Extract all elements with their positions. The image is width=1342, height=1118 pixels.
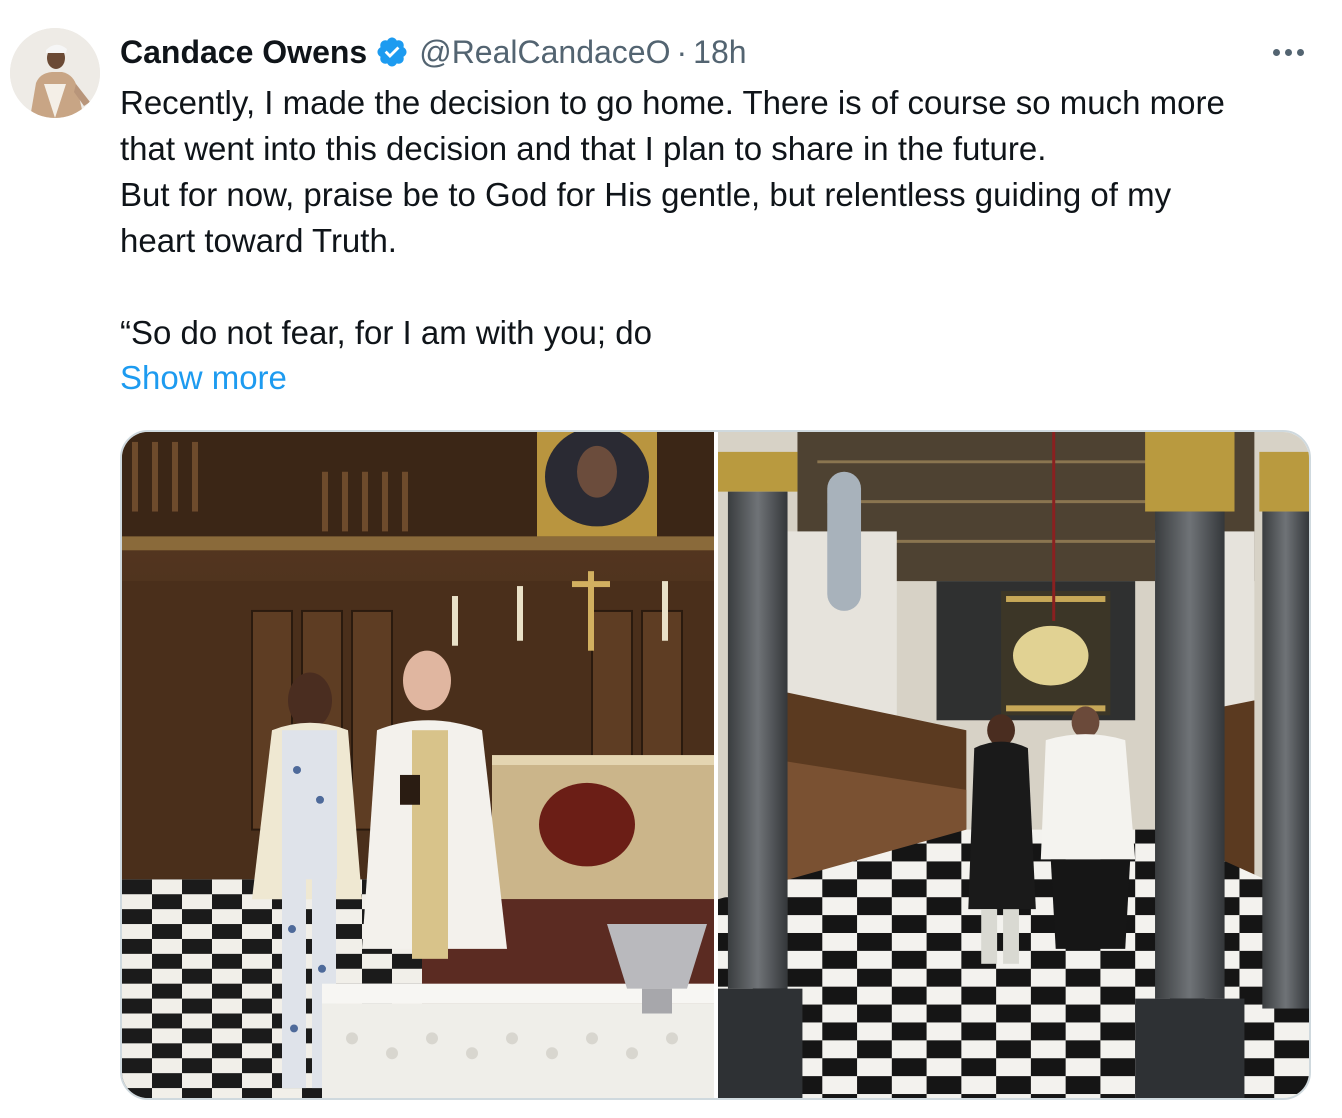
tweet-card: Candace Owens @RealCandaceO · 18h Recent… — [0, 0, 1342, 1118]
media-grid — [120, 430, 1311, 1100]
author-handle[interactable]: @RealCandaceO — [419, 30, 670, 74]
chapel-aisle-photo[interactable] — [718, 432, 1309, 1098]
tweet-text-line: that went into this decision and that I … — [120, 130, 1047, 167]
tweet-quote-line: “So do not fear, for I am with you; do — [120, 314, 652, 351]
more-dot — [1284, 48, 1292, 56]
tweet-text: Recently, I made the decision to go home… — [120, 80, 1310, 356]
author-display-name[interactable]: Candace Owens — [120, 30, 367, 74]
more-dot — [1296, 48, 1304, 56]
separator-dot: · — [676, 34, 688, 70]
tweet-header: Candace Owens @RealCandaceO · 18h — [120, 30, 747, 74]
tweet-text-line: Recently, I made the decision to go home… — [120, 84, 1225, 121]
altar-photo[interactable] — [122, 432, 714, 1098]
tweet-timestamp[interactable]: 18h — [693, 30, 746, 74]
tweet-text-line: heart toward Truth. — [120, 222, 397, 259]
show-more-link[interactable]: Show more — [120, 356, 287, 400]
profile-avatar[interactable] — [10, 28, 100, 118]
tweet-text-line: But for now, praise be to God for His ge… — [120, 176, 1172, 213]
verified-badge-icon[interactable] — [375, 35, 409, 69]
more-options-icon[interactable] — [1268, 38, 1308, 66]
more-dot — [1272, 48, 1280, 56]
